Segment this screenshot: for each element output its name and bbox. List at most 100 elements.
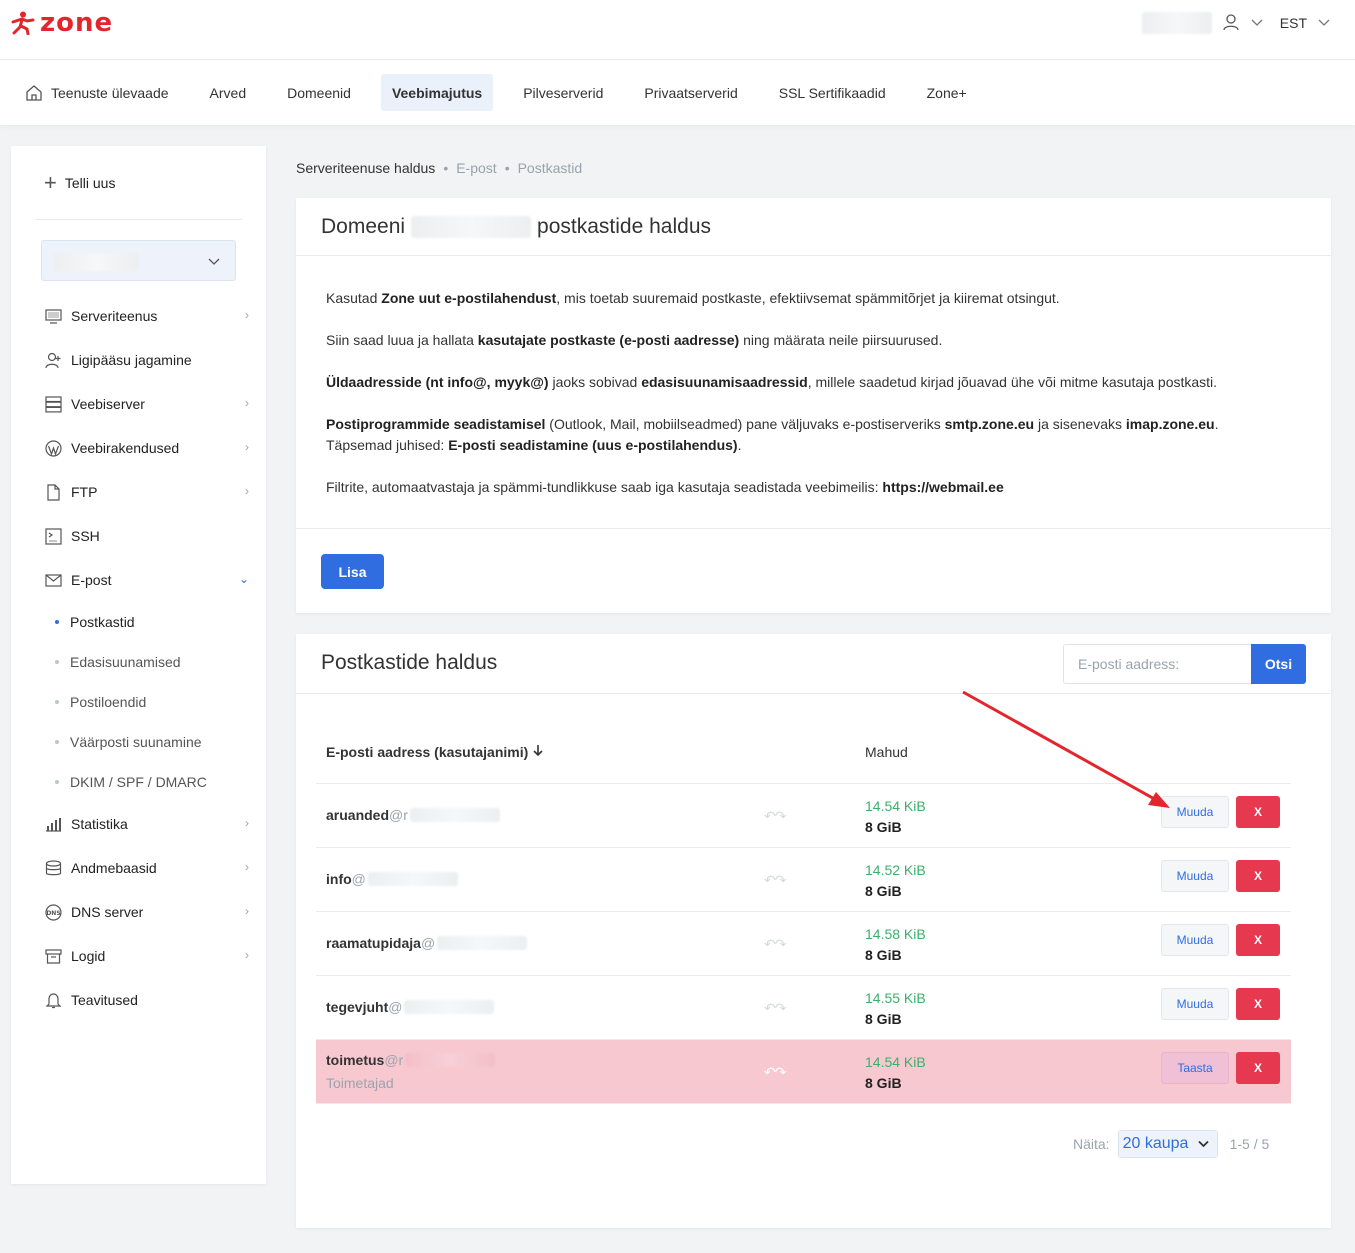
sidebar-sub-mailing-lists[interactable]: Postiloendid (44, 682, 249, 722)
page-range: 1-5 / 5 (1229, 1136, 1270, 1152)
edit-button[interactable]: Muuda (1161, 796, 1229, 828)
mail-icon (44, 571, 62, 589)
database-icon (44, 859, 62, 877)
domain-redacted (405, 1053, 496, 1067)
chart-icon (44, 815, 62, 833)
sidebar-item-ftp[interactable]: FTP › (44, 470, 249, 514)
add-mailbox-button[interactable]: Lisa (321, 554, 384, 589)
table-header: E-posti aadress (kasutajanimi) Mahud (316, 720, 1291, 784)
webmail-link[interactable]: https://webmail.ee (882, 479, 1003, 495)
chevron-down-icon[interactable] (1317, 15, 1331, 31)
main-navigation: Teenuste ülevaade Arved Domeenid Veebima… (0, 60, 1355, 125)
sidebar-item-databases[interactable]: Andmebaasid › (44, 846, 249, 890)
divider (296, 528, 1331, 529)
chevron-right-icon: › (245, 440, 249, 454)
edit-button[interactable]: Muuda (1161, 988, 1229, 1020)
logo-text: zone (40, 8, 114, 38)
svg-text:DNS: DNS (46, 910, 60, 917)
user-plus-icon (44, 351, 62, 369)
language-selector[interactable]: EST (1280, 15, 1307, 31)
sidebar-item-dns-server[interactable]: DNS DNS server › (44, 890, 249, 934)
domain-name-redacted (411, 216, 532, 238)
nav-private-servers[interactable]: Privaatserverid (633, 74, 748, 111)
search-button[interactable]: Otsi (1251, 644, 1306, 684)
sidebar-item-web-server[interactable]: Veebiserver › (44, 382, 249, 426)
per-page-select[interactable]: 20 kaupa (1117, 1130, 1218, 1158)
table-row: info @ ↶↷ 14.52 KiB 8 GiB Muuda X (316, 848, 1291, 912)
column-header-email[interactable]: E-posti aadress (kasutajanimi) (326, 744, 544, 760)
nav-invoices[interactable]: Arved (199, 74, 258, 111)
restore-button[interactable]: Taasta (1161, 1052, 1229, 1084)
nav-domains[interactable]: Domeenid (276, 74, 362, 111)
chevron-right-icon: › (245, 948, 249, 962)
order-new-button[interactable]: + Telli uus (44, 172, 115, 194)
breadcrumb-email[interactable]: E-post (456, 160, 496, 176)
sidebar-item-statistics[interactable]: Statistika › (44, 802, 249, 846)
terminal-icon (44, 527, 62, 545)
mailbox-usage: 14.52 KiB 8 GiB (865, 862, 926, 899)
sidebar-sub-forwardings[interactable]: Edasisuunamised (44, 642, 249, 682)
email-setup-link[interactable]: E-posti seadistamine (uus e-postilahendu… (448, 437, 737, 453)
search-input[interactable]: E-posti aadress: (1063, 644, 1251, 684)
domain-redacted (404, 1000, 495, 1014)
sidebar-item-email[interactable]: E-post ⌄ (44, 558, 249, 602)
table-row: tegevjuht @ ↶↷ 14.55 KiB 8 GiB Muuda X (316, 976, 1291, 1040)
sidebar-item-access-sharing[interactable]: Ligipääsu jagamine (44, 338, 249, 382)
delete-button[interactable]: X (1236, 924, 1280, 956)
pagination: Näita: 20 kaupa 1-5 / 5 (1073, 1130, 1269, 1158)
chevron-down-icon (207, 254, 221, 270)
info-paragraph: Kasutad Zone uut e-postilahendust, mis t… (326, 290, 1060, 306)
mailbox-usage: 14.55 KiB 8 GiB (865, 990, 926, 1027)
sidebar: + Telli uus Serveriteenus › Ligipääsu ja… (11, 146, 266, 1184)
mailbox-address: aruanded @r (326, 807, 500, 823)
zone-logo[interactable]: zone (10, 8, 114, 38)
sidebar-item-server-service[interactable]: Serveriteenus › (44, 294, 249, 338)
delete-button[interactable]: X (1236, 1052, 1280, 1084)
mailbox-display-name: Toimetajad (326, 1075, 394, 1091)
sidebar-item-web-apps[interactable]: Veebirakendused › (44, 426, 249, 470)
archive-icon (44, 947, 62, 965)
edit-button[interactable]: Muuda (1161, 860, 1229, 892)
info-paragraph: Siin saad luua ja hallata kasutajate pos… (326, 332, 943, 348)
sidebar-item-ssh[interactable]: SSH (44, 514, 249, 558)
domain-selector[interactable] (41, 240, 236, 281)
edit-button[interactable]: Muuda (1161, 924, 1229, 956)
nav-zone-plus[interactable]: Zone+ (916, 74, 978, 111)
info-text: Kasutad Zone uut e-postilahendust, mis t… (326, 288, 1276, 519)
mailbox-usage: 14.54 KiB 8 GiB (865, 1054, 926, 1091)
chevron-right-icon: › (245, 396, 249, 410)
sidebar-sub-spam-routing[interactable]: Väärposti suunamine (44, 722, 249, 762)
sidebar-sub-dkim[interactable]: DKIM / SPF / DMARC (44, 762, 249, 802)
mailbox-address: tegevjuht @ (326, 999, 495, 1015)
chevron-down-icon[interactable] (1250, 15, 1264, 31)
forward-reply-icon: ↶↷ (764, 936, 786, 952)
mailbox-address: raamatupidaja @ (326, 935, 528, 951)
monitor-icon (44, 307, 62, 325)
server-icon (44, 395, 62, 413)
delete-button[interactable]: X (1236, 796, 1280, 828)
sidebar-item-logs[interactable]: Logid › (44, 934, 249, 978)
section-title: Postkastide haldus (321, 651, 498, 674)
mailbox-address: info @ (326, 871, 458, 887)
nav-overview[interactable]: Teenuste ülevaade (14, 74, 180, 111)
nav-ssl-certificates[interactable]: SSL Sertifikaadid (768, 74, 897, 111)
sidebar-item-notifications[interactable]: Teavitused (44, 978, 249, 1022)
divider (296, 693, 1331, 694)
breadcrumb-server-service[interactable]: Serveriteenuse haldus (296, 160, 435, 176)
delete-button[interactable]: X (1236, 988, 1280, 1020)
nav-cloud-servers[interactable]: Pilveserverid (512, 74, 614, 111)
user-area: EST (1141, 12, 1331, 34)
nav-web-hosting[interactable]: Veebimajutus (380, 74, 494, 111)
table-row: aruanded @r ↶↷ 14.54 KiB 8 GiB Muuda X (316, 784, 1291, 848)
mailbox-list-card: Postkastide haldus E-posti aadress: Otsi… (296, 634, 1331, 1228)
delete-button[interactable]: X (1236, 860, 1280, 892)
user-icon[interactable] (1222, 13, 1240, 34)
domain-redacted (409, 808, 500, 822)
sidebar-sub-mailboxes[interactable]: Postkastid (44, 602, 249, 642)
divider (296, 255, 1331, 256)
file-icon (44, 483, 62, 501)
breadcrumb-separator: • (443, 160, 449, 176)
sort-down-arrow-icon (532, 744, 544, 760)
info-paragraph: Filtrite, automaatvastaja ja spämmi-tund… (326, 479, 1004, 495)
info-paragraph: Postiprogrammide seadistamisel (Outlook,… (326, 416, 1219, 453)
